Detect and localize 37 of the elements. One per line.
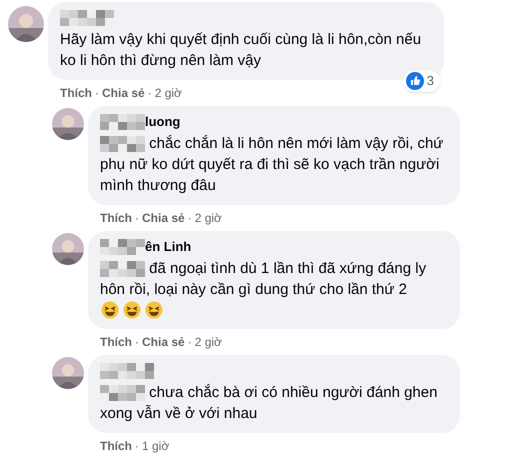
avatar[interactable]: [8, 6, 44, 42]
action-link[interactable]: Thích: [100, 208, 132, 226]
blurred-name: [60, 10, 114, 26]
timestamp[interactable]: 2 giờ: [194, 208, 222, 226]
action-link[interactable]: Thích: [100, 436, 132, 454]
like-icon: [406, 72, 424, 90]
author-name[interactable]: luong: [145, 112, 180, 132]
avatar[interactable]: [52, 357, 84, 389]
laughing-emoji-icon: [145, 301, 163, 319]
action-link[interactable]: Chia sẻ: [142, 332, 185, 350]
separator-dot: ·: [188, 334, 192, 350]
separator-dot: ·: [148, 84, 152, 102]
blurred-name: [100, 114, 145, 130]
comment-text: đã ngoại tình dù 1 lần thì đã xứng đáng ly hôn rồi, loại này cần gì dung thứ cho lần thứ 2: [100, 259, 428, 300]
action-link[interactable]: Thích: [60, 84, 92, 102]
separator-dot: ·: [188, 210, 192, 226]
timestamp[interactable]: 2 giờ: [194, 332, 222, 350]
separator-dot: ·: [135, 334, 139, 350]
avatar[interactable]: [52, 108, 84, 140]
laughing-emoji-icon: [101, 301, 119, 319]
blurred-name: [100, 363, 154, 379]
comment-text: chưa chắc bà ơi có nhiều người đánh ghen xong vẫn về ở với nhau: [100, 383, 438, 424]
timestamp[interactable]: 2 giờ: [154, 84, 182, 102]
avatar[interactable]: [52, 233, 84, 265]
action-link[interactable]: Chia sẻ: [142, 208, 185, 226]
author-name[interactable]: ên Linh: [145, 237, 192, 257]
laughing-emoji-icon: [123, 301, 141, 319]
action-link[interactable]: Chia sẻ: [102, 84, 145, 102]
blurred-name: [100, 239, 145, 255]
separator-dot: ·: [95, 84, 99, 102]
timestamp[interactable]: 1 giờ: [142, 436, 170, 454]
separator-dot: ·: [135, 438, 139, 454]
action-link[interactable]: Thích: [100, 332, 132, 350]
reaction-count[interactable]: 3: [402, 70, 440, 92]
separator-dot: ·: [135, 210, 139, 226]
comment-text: chắc chắn là li hôn nên mới làm vậy rồi, chứ phụ nữ ko dứt quyết ra đi thì sẽ ko vạch trần người mình thương đâu: [100, 134, 444, 196]
comment-text: Hãy làm vậy khi quyết định cuối cùng là li hôn,còn nếu ko li hôn thì đừng nên làm vậy: [60, 30, 422, 71]
